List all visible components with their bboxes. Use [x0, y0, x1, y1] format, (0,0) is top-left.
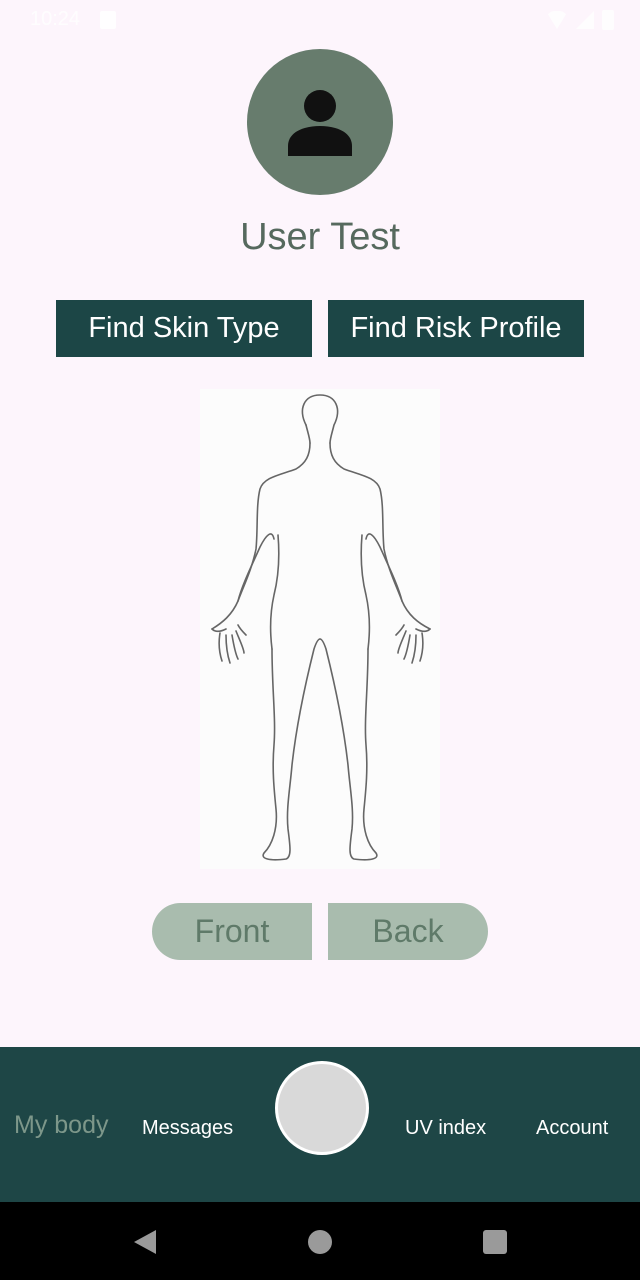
nav-my-body[interactable]: My body [14, 1111, 108, 1140]
body-map[interactable] [200, 389, 440, 869]
status-icons [546, 10, 614, 30]
find-risk-profile-button[interactable]: Find Risk Profile [328, 300, 584, 357]
back-icon[interactable] [134, 1230, 156, 1254]
home-icon[interactable] [308, 1230, 332, 1254]
nav-account[interactable]: Account [536, 1117, 608, 1140]
bottom-navigation: My body Messages UV index Account [0, 1047, 640, 1202]
battery-icon [602, 10, 614, 30]
system-navigation-bar [0, 1202, 640, 1280]
back-view-button[interactable]: Back [328, 903, 488, 960]
signal-icon [576, 11, 594, 29]
nav-uv-index[interactable]: UV index [405, 1117, 486, 1140]
sd-card-icon [100, 11, 116, 29]
find-skin-type-button[interactable]: Find Skin Type [56, 300, 312, 357]
front-view-button[interactable]: Front [152, 903, 312, 960]
camera-button[interactable] [275, 1061, 369, 1155]
body-outline-image [211, 394, 431, 861]
person-icon [288, 90, 352, 156]
user-name: User Test [240, 216, 400, 258]
wifi-icon [546, 11, 568, 29]
status-bar: 10:24 [0, 0, 640, 40]
avatar[interactable] [247, 49, 393, 195]
recent-apps-icon[interactable] [483, 1230, 507, 1254]
nav-messages[interactable]: Messages [142, 1117, 233, 1140]
status-time: 10:24 [30, 8, 81, 30]
